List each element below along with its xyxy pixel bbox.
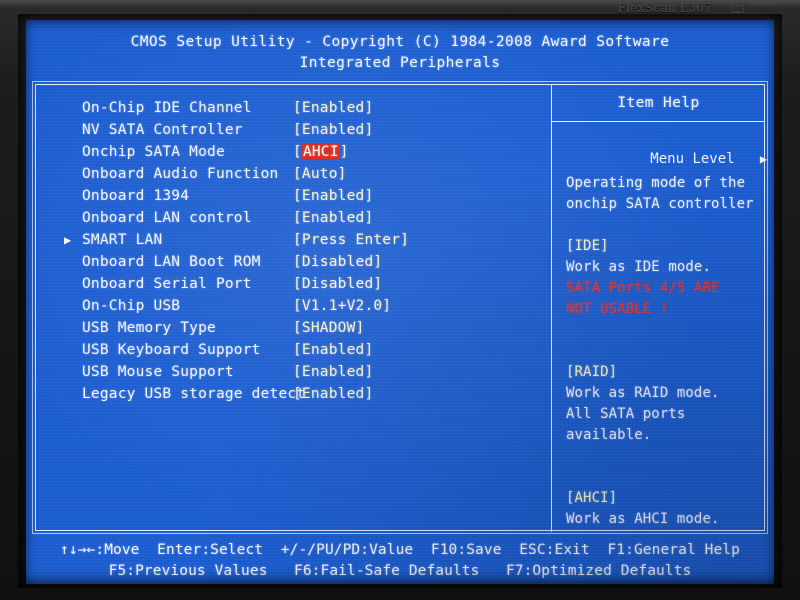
setting-label: NV SATA Controller (82, 122, 243, 138)
setting-value[interactable]: [SHADOW] (293, 317, 364, 339)
setting-label: Legacy USB storage detect (82, 386, 306, 402)
bios-subtitle: Integrated Peripherals (299, 55, 501, 71)
setting-value[interactable]: [Auto] (293, 163, 347, 185)
help-text-line: SATA Ports 4/5 ARE (566, 280, 720, 296)
bios-screen: CMOS Setup Utility - Copyright (C) 1984-… (26, 20, 774, 584)
setting-row[interactable]: Onboard LAN Boot ROM [Disabled] (36, 251, 551, 273)
help-text-line (566, 320, 765, 341)
help-text-line (566, 446, 765, 467)
setting-label: USB Memory Type (82, 320, 216, 336)
monitor-logo-icon (731, 2, 744, 13)
setting-label: Onboard 1394 (82, 188, 190, 204)
setting-value[interactable]: [Disabled] (293, 273, 382, 295)
setting-label: On-Chip IDE Channel (82, 100, 252, 116)
setting-row[interactable]: Onboard 1394 [Enabled] (36, 185, 551, 207)
setting-row[interactable]: ▶ SMART LAN [Press Enter] (36, 229, 551, 251)
setting-row[interactable]: On-Chip USB [V1.1+V2.0] (36, 295, 551, 317)
help-text-line: [RAID] (566, 364, 618, 380)
setting-value[interactable]: [V1.1+V2.0] (293, 295, 391, 317)
help-text-line: All SATA ports (566, 406, 686, 422)
setting-value[interactable]: [Enabled] (293, 185, 373, 207)
setting-label: SMART LAN (82, 232, 163, 248)
settings-list: On-Chip IDE Channel [Enabled] NV SATA Cont… (36, 97, 551, 405)
setting-row[interactable]: USB Keyboard Support [Enabled] (36, 339, 551, 361)
setting-row[interactable]: USB Mouse Support [Enabled] (36, 361, 551, 383)
bios-title: CMOS Setup Utility - Copyright (C) 1984-… (130, 34, 670, 50)
help-text-line: Work as IDE mode. (566, 259, 711, 275)
submenu-arrow-icon: ▶ (64, 233, 72, 247)
setting-row[interactable]: On-Chip IDE Channel [Enabled] (36, 97, 551, 119)
setting-value[interactable]: [Press Enter] (293, 229, 409, 251)
setting-value[interactable]: [Disabled] (293, 251, 382, 273)
help-text-line: onchip SATA controller (566, 196, 754, 212)
footer-keys-line-2: F5:Previous Values F6:Fail-Safe Defaults… (108, 563, 692, 579)
setting-label: Onboard LAN control (82, 210, 252, 226)
item-help-rule (552, 121, 765, 122)
setting-row[interactable]: NV SATA Controller [Enabled] (36, 119, 551, 141)
setting-row[interactable]: Legacy USB storage detect [Enabled] (36, 383, 551, 405)
setting-label: Onboard LAN Boot ROM (82, 254, 261, 270)
menu-level-arrow-icon: ▶ (759, 152, 768, 166)
setting-value[interactable]: [Enabled] (293, 97, 373, 119)
item-help-title: Item Help (617, 95, 700, 111)
setting-label: USB Mouse Support (82, 364, 234, 380)
help-text-line: Work as RAID mode. (566, 385, 720, 401)
help-text-line: [IDE] (566, 238, 609, 254)
setting-label: Onboard Serial Port (82, 276, 252, 292)
help-text-line: [AHCI] (566, 490, 618, 506)
help-text-line: Operating mode of the (566, 175, 746, 191)
setting-value[interactable]: [AHCI] (293, 141, 349, 163)
monitor-brand-label: FlexScan L367 (617, 1, 712, 15)
footer-keys-line-1: ↑↓→←:Move Enter:Select +/-/PU/PD:Value F… (60, 542, 740, 558)
setting-label: Onchip SATA Mode (82, 144, 225, 160)
bios-header: CMOS Setup Utility - Copyright (C) 1984-… (26, 32, 774, 74)
help-text-line (566, 467, 765, 488)
item-help-text: Operating mode of the onchip SATA control… (566, 173, 765, 530)
item-help-panel: Item Help Menu Level ▶ Operating mode of… (552, 85, 768, 532)
setting-value[interactable]: [Enabled] (293, 119, 373, 141)
help-text-line: Work as AHCI mode. (566, 511, 720, 527)
setting-value[interactable]: [Enabled] (293, 383, 373, 405)
bios-footer: ↑↓→←:Move Enter:Select +/-/PU/PD:Value F… (26, 540, 774, 582)
help-text-line (566, 341, 765, 362)
monitor-brand-sublabel: Eizo Edge (748, 0, 778, 7)
selected-value-highlight[interactable]: AHCI (301, 144, 340, 160)
setting-value[interactable]: [Enabled] (293, 207, 373, 229)
help-text-line: available. (566, 427, 652, 443)
setting-row[interactable]: Onboard LAN control [Enabled] (36, 207, 551, 229)
setting-row[interactable]: Onboard Audio Function [Auto] (36, 163, 551, 185)
setting-row[interactable]: Onchip SATA Mode [AHCI] (36, 141, 551, 163)
menu-level-label: Menu Level (650, 151, 735, 167)
setting-row[interactable]: Onboard Serial Port [Disabled] (36, 273, 551, 295)
setting-value[interactable]: [Enabled] (293, 361, 373, 383)
setting-value[interactable]: [Enabled] (293, 339, 373, 361)
monitor-frame: FlexScan L367 Eizo Edge CMOS Setup Utili… (0, 0, 800, 600)
bios-body-frame: On-Chip IDE Channel [Enabled] NV SATA Cont… (32, 81, 768, 534)
setting-label: On-Chip USB (82, 298, 181, 314)
setting-row[interactable]: USB Memory Type [SHADOW] (36, 317, 551, 339)
help-text-line: NOT USABLE ! (566, 301, 669, 317)
help-text-line (566, 215, 765, 236)
setting-label: USB Keyboard Support (82, 342, 261, 358)
setting-label: Onboard Audio Function (82, 166, 279, 182)
